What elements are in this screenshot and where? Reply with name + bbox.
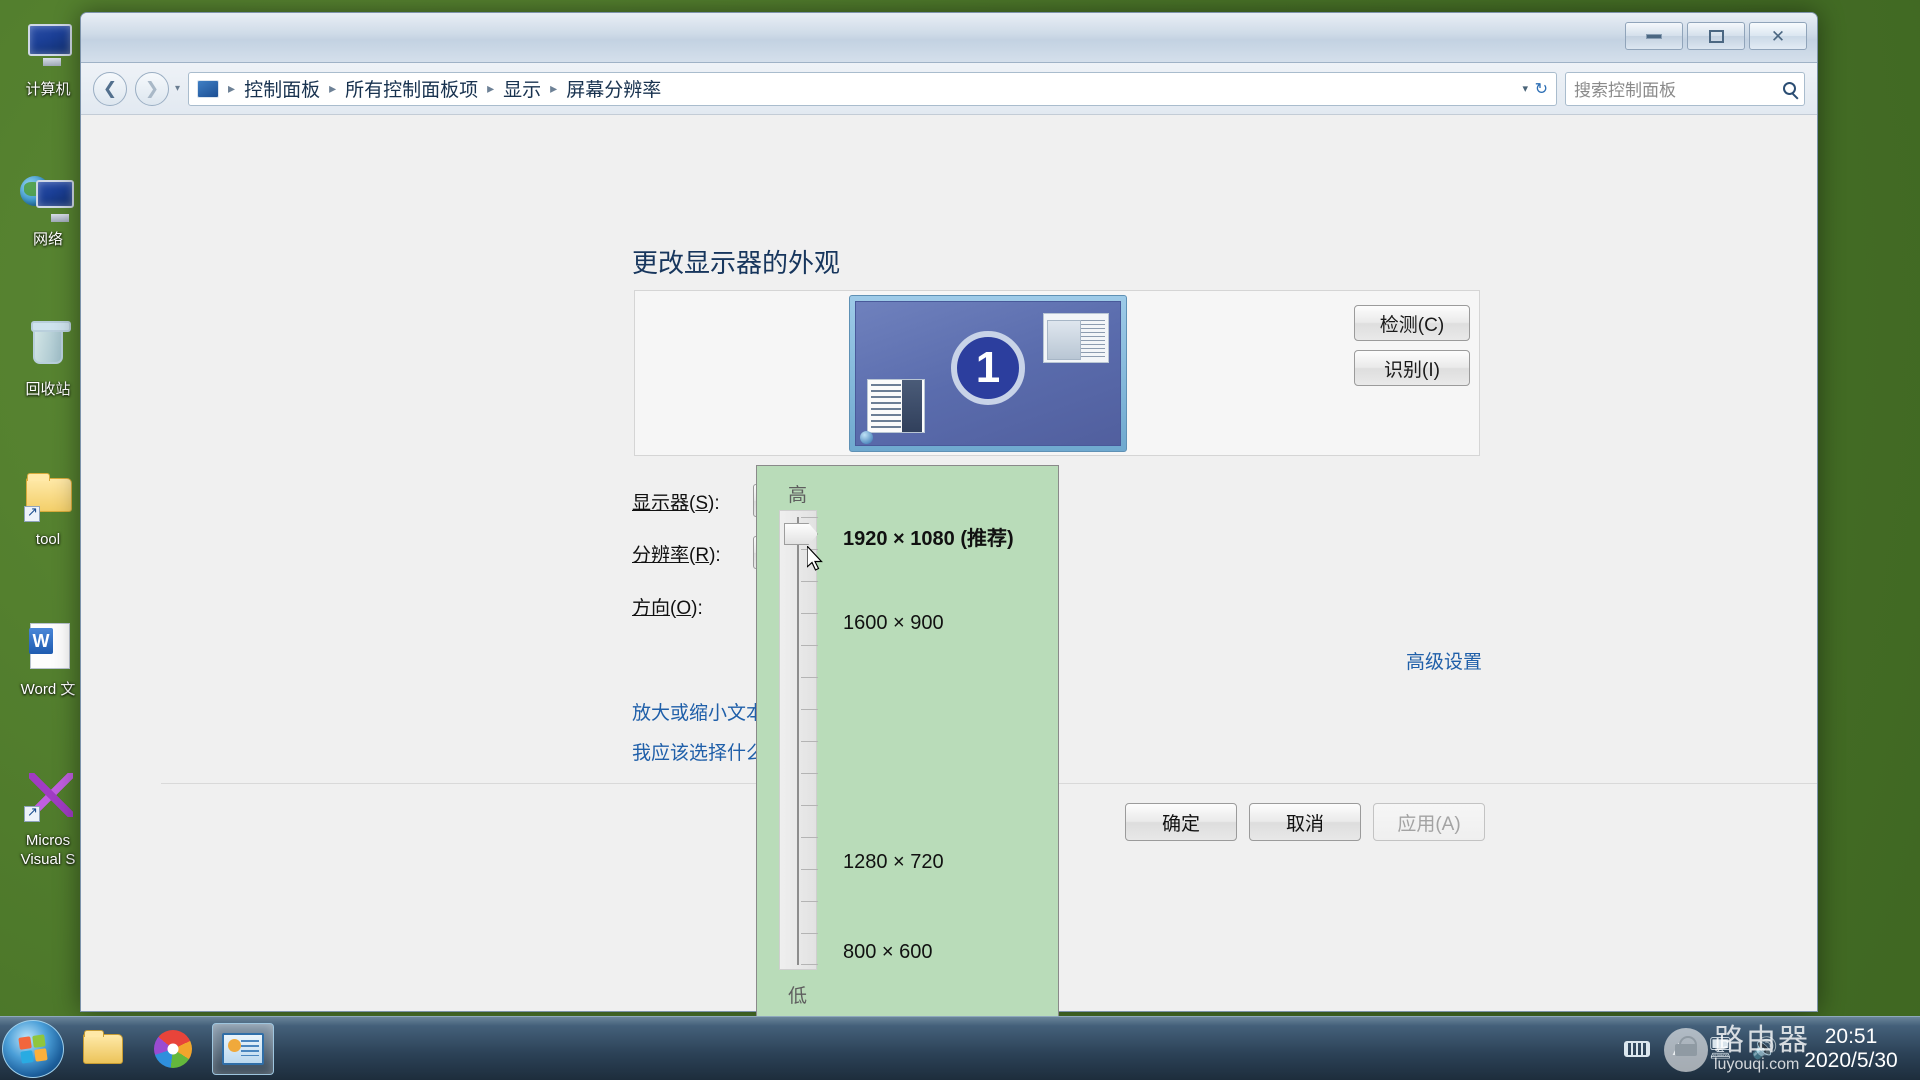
- display-label: 显示器(S):: [632, 493, 720, 514]
- slider-rail: [797, 517, 799, 965]
- visual-studio-icon: [20, 768, 76, 824]
- chevron-down-icon[interactable]: ▾: [1522, 82, 1528, 95]
- network-icon: [20, 168, 76, 224]
- breadcrumb-separator: ▸: [487, 80, 495, 96]
- minimize-button[interactable]: [1625, 22, 1683, 50]
- browser-icon: [154, 1029, 192, 1068]
- monitor-screen: 1: [855, 301, 1121, 446]
- ok-button[interactable]: 确定: [1125, 803, 1237, 841]
- breadcrumb-item-all-items[interactable]: 所有控制面板项: [340, 73, 483, 104]
- slider-low-label: 低: [788, 986, 808, 1007]
- back-button[interactable]: ❮: [93, 71, 127, 106]
- resolution-label: 分辨率(R):: [632, 545, 721, 566]
- resolution-option-800x600[interactable]: 800 × 600: [843, 941, 933, 964]
- show-hidden-icons-button[interactable]: ▲: [1668, 1037, 1689, 1061]
- navigation-bar: ❮ ❯ ▾ ▸ 控制面板 ▸ 所有控制面板项 ▸ 显示 ▸ 屏幕分辨率 ▾ ↻ …: [81, 63, 1817, 115]
- resolution-dropdown-panel[interactable]: 高 低 1920 × 1080 (推荐) 1600 × 900 1280 × 7…: [756, 465, 1059, 1019]
- taskbar: ▲ 🖥 🔊 20:51 2020/5/30 路由器 luyouqi.com: [0, 1016, 1920, 1080]
- close-button[interactable]: ✕: [1749, 22, 1807, 50]
- system-tray: ▲ 🖥 🔊 20:51 2020/5/30: [1624, 1025, 1920, 1073]
- refresh-icon[interactable]: ↻: [1535, 79, 1548, 99]
- apply-button: 应用(A): [1373, 803, 1485, 841]
- monitor-number-badge: 1: [951, 330, 1025, 405]
- windows-logo-icon: [18, 1033, 48, 1064]
- window-titlebar[interactable]: ✕: [81, 13, 1817, 63]
- maximize-button[interactable]: [1687, 22, 1745, 50]
- breadcrumb-separator: ▸: [550, 80, 558, 96]
- start-button[interactable]: [2, 1019, 64, 1078]
- window-controls: ✕: [1625, 22, 1807, 50]
- search-input[interactable]: 搜索控制面板: [1565, 71, 1805, 106]
- computer-icon: [20, 18, 76, 74]
- taskbar-item-explorer[interactable]: [72, 1023, 134, 1075]
- text-size-link[interactable]: 放大或缩小文本: [632, 698, 765, 725]
- detect-button[interactable]: 检测(C): [1354, 305, 1470, 341]
- page-title: 更改显示器的外观: [632, 248, 841, 278]
- resolution-slider-track[interactable]: [779, 510, 818, 970]
- resolution-option-1920x1080[interactable]: 1920 × 1080 (推荐): [843, 522, 1014, 551]
- display-settings-icon: [222, 1032, 264, 1065]
- folder-shortcut-icon: [20, 468, 76, 524]
- keyboard-icon[interactable]: [1624, 1040, 1651, 1057]
- preview-start-orb: [860, 431, 873, 444]
- what-to-choose-link[interactable]: 我应该选择什么: [632, 738, 765, 765]
- breadcrumb-item-display[interactable]: 显示: [498, 73, 546, 104]
- identify-button[interactable]: 识别(I): [1354, 350, 1470, 386]
- clock-date: 2020/5/30: [1804, 1048, 1898, 1072]
- screen-resolution-window: ✕ ❮ ❯ ▾ ▸ 控制面板 ▸ 所有控制面板项 ▸ 显示 ▸ 屏幕分辨率 ▾ …: [80, 12, 1818, 1019]
- history-dropdown-icon[interactable]: ▾: [175, 83, 180, 94]
- forward-button[interactable]: ❯: [135, 71, 169, 106]
- clock-time: 20:51: [1824, 1024, 1878, 1048]
- breadcrumb[interactable]: ▸ 控制面板 ▸ 所有控制面板项 ▸ 显示 ▸ 屏幕分辨率 ▾ ↻: [188, 71, 1557, 106]
- search-icon: [1783, 82, 1796, 95]
- monitor-preview[interactable]: 1: [849, 295, 1127, 452]
- breadcrumb-separator: ▸: [329, 80, 337, 96]
- resolution-option-1280x720[interactable]: 1280 × 720: [843, 851, 944, 874]
- recycle-bin-icon: [20, 318, 76, 374]
- control-panel-icon: [197, 79, 220, 98]
- preview-window-mock: [1043, 313, 1109, 363]
- cancel-button[interactable]: 取消: [1249, 803, 1361, 841]
- search-placeholder: 搜索控制面板: [1574, 81, 1676, 100]
- resolution-option-1600x900[interactable]: 1600 × 900: [843, 612, 944, 635]
- breadcrumb-item-control-panel[interactable]: 控制面板: [239, 73, 325, 104]
- word-document-icon: [20, 618, 76, 674]
- slider-ticks: [801, 517, 818, 965]
- preview-panel-mock: [867, 379, 925, 433]
- clock[interactable]: 20:51 2020/5/30: [1796, 1025, 1906, 1073]
- taskbar-item-screen-resolution[interactable]: [212, 1022, 274, 1075]
- volume-icon[interactable]: 🔊: [1752, 1037, 1778, 1061]
- advanced-settings-link[interactable]: 高级设置: [1406, 647, 1482, 674]
- slider-high-label: 高: [788, 485, 808, 506]
- breadcrumb-separator: ▸: [228, 80, 236, 96]
- mouse-cursor: [807, 546, 823, 571]
- taskbar-item-browser[interactable]: [142, 1023, 204, 1075]
- breadcrumb-item-screen-resolution[interactable]: 屏幕分辨率: [561, 73, 666, 104]
- orientation-label: 方向(O):: [632, 598, 703, 619]
- network-icon[interactable]: 🖥: [1707, 1037, 1734, 1061]
- folder-icon: [83, 1029, 123, 1064]
